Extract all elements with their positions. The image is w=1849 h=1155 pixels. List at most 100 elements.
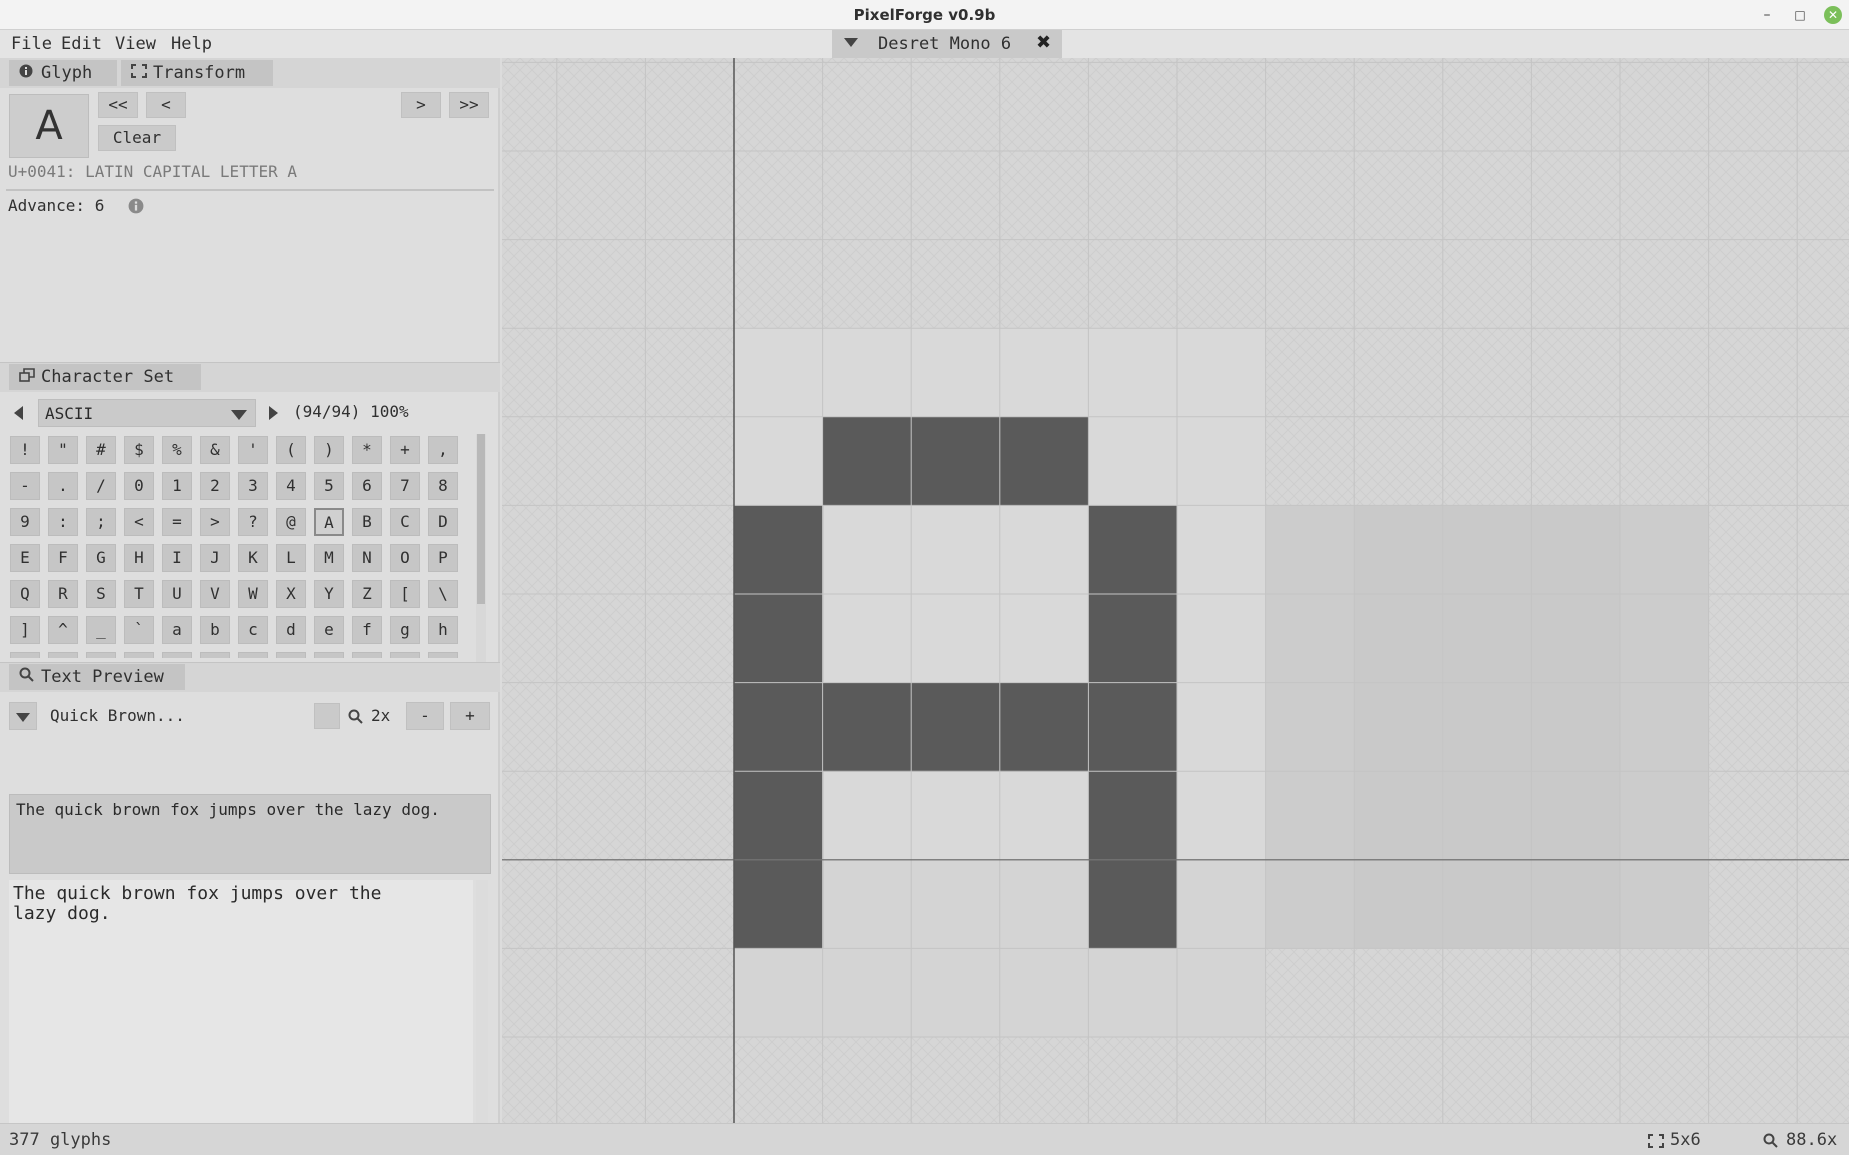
char-cell[interactable] bbox=[390, 652, 420, 658]
tab-text-preview[interactable]: Text Preview bbox=[9, 664, 185, 690]
char-cell[interactable]: 8 bbox=[428, 472, 458, 500]
tab-character-set[interactable]: Character Set bbox=[9, 364, 201, 390]
document-tab-close-icon[interactable]: ✖ bbox=[1036, 32, 1051, 53]
glyph-pixel[interactable] bbox=[911, 416, 1001, 506]
char-cell[interactable]: B bbox=[352, 508, 382, 536]
char-cell[interactable]: C bbox=[390, 508, 420, 536]
char-cell[interactable]: [ bbox=[390, 580, 420, 608]
char-cell[interactable]: 5 bbox=[314, 472, 344, 500]
char-cell[interactable]: % bbox=[162, 436, 192, 464]
glyph-pixel[interactable] bbox=[734, 594, 824, 684]
glyph-pixel[interactable] bbox=[734, 771, 824, 861]
document-tab[interactable]: Desret Mono 6 ✖ bbox=[832, 30, 1062, 58]
glyph-pixel[interactable] bbox=[999, 682, 1089, 772]
pixel-grid[interactable] bbox=[502, 58, 1849, 1123]
char-cell[interactable] bbox=[200, 652, 230, 658]
glyph-pixel[interactable] bbox=[734, 682, 824, 772]
char-cell[interactable]: J bbox=[200, 544, 230, 572]
char-cell[interactable]: X bbox=[276, 580, 306, 608]
char-cell[interactable]: 2 bbox=[200, 472, 230, 500]
char-cell[interactable]: ^ bbox=[48, 616, 78, 644]
char-cell[interactable]: H bbox=[124, 544, 154, 572]
preview-text-input[interactable]: The quick brown fox jumps over the lazy … bbox=[9, 794, 491, 874]
prev-glyph-button[interactable]: < bbox=[146, 92, 186, 118]
char-cell[interactable] bbox=[86, 652, 116, 658]
char-cell[interactable]: = bbox=[162, 508, 192, 536]
char-cell[interactable]: ` bbox=[124, 616, 154, 644]
char-cell[interactable]: U bbox=[162, 580, 192, 608]
char-cell[interactable]: & bbox=[200, 436, 230, 464]
char-cell[interactable]: W bbox=[238, 580, 268, 608]
glyph-pixel[interactable] bbox=[734, 859, 824, 949]
menu-view[interactable]: View bbox=[115, 34, 156, 54]
tab-glyph[interactable]: Glyph bbox=[9, 60, 117, 86]
char-cell[interactable]: 3 bbox=[238, 472, 268, 500]
menu-edit[interactable]: Edit bbox=[61, 34, 102, 54]
charset-scrollbar[interactable] bbox=[476, 434, 486, 662]
char-cell[interactable]: Q bbox=[10, 580, 40, 608]
char-cell[interactable]: ( bbox=[276, 436, 306, 464]
maximize-button[interactable]: □ bbox=[1791, 6, 1809, 24]
char-cell[interactable]: N bbox=[352, 544, 382, 572]
glyph-pixel[interactable] bbox=[1088, 859, 1178, 949]
glyph-pixel[interactable] bbox=[1088, 682, 1178, 772]
advance-info-icon[interactable] bbox=[128, 198, 144, 218]
char-cell[interactable]: . bbox=[48, 472, 78, 500]
char-cell[interactable]: 7 bbox=[390, 472, 420, 500]
char-cell[interactable]: 6 bbox=[352, 472, 382, 500]
char-cell[interactable]: b bbox=[200, 616, 230, 644]
glyph-pixel[interactable] bbox=[999, 416, 1089, 506]
close-window-button[interactable]: ✕ bbox=[1824, 6, 1842, 24]
char-cell[interactable]: D bbox=[428, 508, 458, 536]
char-cell[interactable]: : bbox=[48, 508, 78, 536]
char-cell[interactable]: ' bbox=[238, 436, 268, 464]
char-cell[interactable]: c bbox=[238, 616, 268, 644]
menu-help[interactable]: Help bbox=[171, 34, 212, 54]
char-cell[interactable]: h bbox=[428, 616, 458, 644]
glyph-pixel[interactable] bbox=[911, 682, 1001, 772]
char-cell[interactable]: \ bbox=[428, 580, 458, 608]
char-cell[interactable]: < bbox=[124, 508, 154, 536]
char-cell[interactable] bbox=[48, 652, 78, 658]
glyph-pixel[interactable] bbox=[1088, 771, 1178, 861]
glyph-pixel[interactable] bbox=[1088, 594, 1178, 684]
char-cell[interactable]: a bbox=[162, 616, 192, 644]
glyph-editor-canvas[interactable] bbox=[502, 58, 1849, 1123]
char-cell[interactable]: , bbox=[428, 436, 458, 464]
char-cell[interactable]: F bbox=[48, 544, 78, 572]
char-cell[interactable]: + bbox=[390, 436, 420, 464]
char-cell[interactable]: E bbox=[10, 544, 40, 572]
char-cell[interactable]: M bbox=[314, 544, 344, 572]
char-cell[interactable]: - bbox=[10, 472, 40, 500]
char-cell[interactable]: O bbox=[390, 544, 420, 572]
char-cell[interactable]: K bbox=[238, 544, 268, 572]
tab-dropdown-icon[interactable] bbox=[844, 38, 858, 47]
char-cell[interactable]: G bbox=[86, 544, 116, 572]
char-cell[interactable] bbox=[276, 652, 306, 658]
char-cell[interactable]: P bbox=[428, 544, 458, 572]
menu-file[interactable]: File bbox=[11, 34, 52, 54]
preview-scrollbar[interactable] bbox=[476, 880, 488, 1155]
char-cell[interactable] bbox=[124, 652, 154, 658]
char-cell[interactable]: # bbox=[86, 436, 116, 464]
char-cell[interactable]: V bbox=[200, 580, 230, 608]
prev-charset-icon[interactable] bbox=[14, 406, 23, 420]
char-cell[interactable]: _ bbox=[86, 616, 116, 644]
char-cell[interactable] bbox=[162, 652, 192, 658]
char-cell[interactable]: T bbox=[124, 580, 154, 608]
char-cell[interactable]: 9 bbox=[10, 508, 40, 536]
char-cell[interactable]: R bbox=[48, 580, 78, 608]
charset-select[interactable]: ASCII bbox=[38, 399, 256, 427]
char-cell[interactable]: f bbox=[352, 616, 382, 644]
char-cell[interactable]: ! bbox=[10, 436, 40, 464]
char-cell[interactable]: Z bbox=[352, 580, 382, 608]
tab-transform[interactable]: Transform bbox=[121, 60, 273, 86]
char-cell[interactable]: $ bbox=[124, 436, 154, 464]
char-cell[interactable] bbox=[238, 652, 268, 658]
char-cell[interactable]: I bbox=[162, 544, 192, 572]
next-glyph-button[interactable]: > bbox=[401, 92, 441, 118]
char-cell[interactable]: Y bbox=[314, 580, 344, 608]
char-cell[interactable]: ] bbox=[10, 616, 40, 644]
char-cell[interactable]: S bbox=[86, 580, 116, 608]
preset-dropdown-button[interactable] bbox=[9, 702, 37, 730]
